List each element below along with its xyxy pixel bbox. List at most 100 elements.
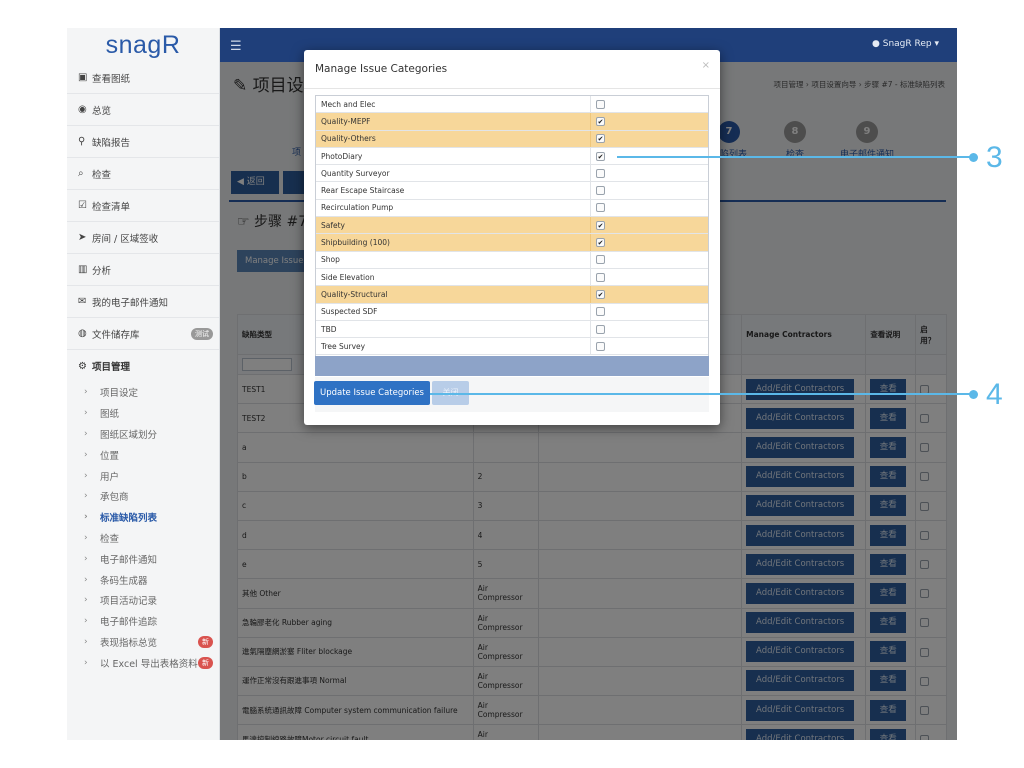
callout-number-3: 3 [986,141,1003,174]
chevron-right-icon: › [84,387,88,398]
category-list[interactable]: Mech and Elec Quality-MEPF ✔ Quality-Others… [315,95,709,376]
category-row[interactable]: Tree Survey [316,338,708,356]
category-name: Suspected SDF [316,303,591,320]
category-check-cell: ✔ [591,134,708,144]
sidebar-subitem-8[interactable]: › 电子邮件通知 [67,548,219,569]
category-checkbox[interactable]: ✔ [596,134,605,144]
category-checkbox[interactable] [596,272,605,282]
category-row[interactable]: Shipbuilding (100) ✔ [316,234,708,252]
chevron-right-icon: › [84,408,88,419]
sidebar-subitem-label: 图纸区域划分 [100,429,158,441]
category-row[interactable]: Quality-MEPF ✔ [316,113,708,131]
user-icon: ● [872,39,880,49]
sidebar-subitem-10[interactable]: › 项目活动记录 [67,590,219,611]
sidebar-subitem-label: 条码生成器 [100,575,148,587]
callout-line-4 [430,393,973,395]
nav-icon: ➤ [78,232,87,243]
category-name: Shop [316,251,591,268]
sidebar-item-7[interactable]: ✉ 我的电子邮件通知 [67,286,219,318]
sidebar-item-label: 房间 / 区域签收 [92,233,159,245]
status-badge: 测试 [191,327,213,340]
callout-line-3 [617,156,973,158]
category-checkbox[interactable] [596,186,605,196]
category-row[interactable]: Rear Escape Staircase [316,182,708,200]
logo-text: snagR [105,30,181,59]
category-check-cell: ✔ [591,289,708,299]
sidebar-item-6[interactable]: ▥ 分析 [67,254,219,286]
sidebar-subitem-4[interactable]: › 用户 [67,465,219,486]
category-checkbox[interactable] [596,255,605,265]
callout-number-4: 4 [986,378,1003,411]
sidebar-item-5[interactable]: ➤ 房间 / 区域签收 [67,222,219,254]
nav-icon: ✉ [78,296,87,307]
sidebar-subitem-12[interactable]: › 表现指标总览 新 [67,632,219,653]
category-name: TBD [316,320,591,338]
sidebar-item-0[interactable]: ▣ 查看图纸 [67,62,219,94]
close-icon[interactable]: × [702,60,710,71]
category-row[interactable]: Shop [316,251,708,269]
category-checkbox[interactable]: ✔ [596,116,605,126]
category-checkbox[interactable] [596,307,605,317]
update-issue-categories-button[interactable]: Update Issue Categories [314,381,430,405]
category-checkbox[interactable]: ✔ [596,238,605,248]
sidebar-subitem-1[interactable]: › 图纸 [67,403,219,424]
category-checkbox[interactable]: ✔ [596,220,605,230]
nav-icon: ⚲ [78,136,86,147]
sidebar-item-label: 查看图纸 [92,73,131,85]
sidebar-subitem-7[interactable]: › 检查 [67,528,219,549]
sidebar-item-1[interactable]: ◉ 总览 [67,94,219,126]
chevron-right-icon: › [84,470,88,481]
category-checkbox[interactable] [596,168,605,178]
user-label: SnagR Rep ▾ [882,39,939,49]
category-name: Mech and Elec [316,96,591,113]
chevron-right-icon: › [84,491,88,502]
category-name: Recirculation Pump [316,199,591,217]
category-checkbox[interactable] [596,203,605,213]
category-row[interactable]: Quality-Structural ✔ [316,286,708,304]
category-checkbox[interactable] [596,99,605,109]
category-checkbox[interactable] [596,341,605,351]
category-row[interactable]: Safety ✔ [316,217,708,235]
category-check-cell [591,324,708,334]
category-row[interactable]: Mech and Elec [316,96,708,114]
category-name: Rear Escape Staircase [316,182,591,199]
sidebar-item-3[interactable]: ⌕ 检查 [67,158,219,190]
nav-icon: ◍ [78,328,87,339]
sidebar-subitem-9[interactable]: › 条码生成器 [67,569,219,590]
sidebar-subitem-11[interactable]: › 电子邮件追踪 [67,611,219,632]
category-checkbox[interactable] [596,324,605,334]
category-row[interactable]: Recirculation Pump [316,199,708,218]
category-row[interactable]: Quantity Surveyor [316,165,708,183]
sidebar-subitem-0[interactable]: › 项目设定 [67,382,219,403]
hamburger-menu-icon[interactable]: ☰ [230,39,242,54]
category-checkbox[interactable]: ✔ [596,289,605,299]
sidebar-subitem-2[interactable]: › 图纸区域划分 [67,424,219,445]
category-name: Tree Survey [316,338,591,355]
category-row[interactable]: TBD [316,320,708,339]
chevron-right-icon: › [84,532,88,543]
sidebar-item-4[interactable]: ☑ 检查清单 [67,190,219,222]
category-checkbox[interactable]: ✔ [596,151,605,161]
chevron-right-icon: › [84,657,88,668]
category-name: Quality-MEPF [316,113,591,130]
sidebar-item-8[interactable]: ◍ 文件储存库 测试 [67,318,219,350]
sidebar-item-2[interactable]: ⚲ 缺陷报告 [67,126,219,158]
user-menu[interactable]: ● SnagR Rep ▾ [872,39,939,49]
category-check-cell [591,307,708,317]
sidebar-item-label: 我的电子邮件通知 [92,297,169,309]
sidebar-subitem-6[interactable]: › 标准缺陷列表 [67,507,219,528]
sidebar-subitem-label: 电子邮件通知 [100,554,158,566]
snagr-logo[interactable]: snagR [67,28,219,62]
chevron-right-icon: › [84,595,88,606]
sidebar-group-project-management[interactable]: ⚙ 项目管理 [67,350,219,382]
category-row[interactable]: Quality-Others ✔ [316,130,708,148]
sidebar-subitem-label: 以 Excel 导出表格资料 [100,658,198,670]
new-badge: 新 [198,656,213,669]
category-name: Side Elevation [316,268,591,286]
sidebar-subitem-13[interactable]: › 以 Excel 导出表格资料新 [67,652,219,673]
sidebar-subitem-3[interactable]: › 位置 [67,444,219,465]
sidebar-item-label: 分析 [92,265,112,277]
category-row[interactable]: Suspected SDF [316,303,708,321]
sidebar-subitem-5[interactable]: › 承包商 [67,486,219,507]
category-row[interactable]: Side Elevation [316,268,708,287]
